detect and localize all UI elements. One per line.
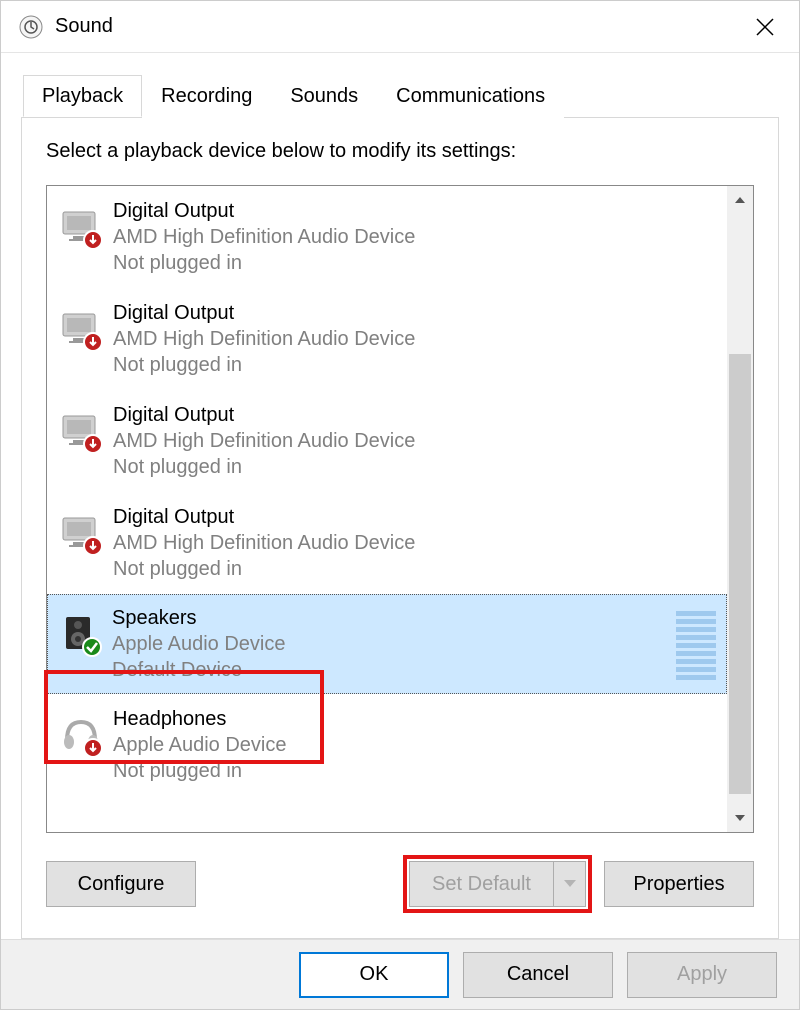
monitor-icon — [57, 510, 105, 558]
device-list[interactable]: Digital OutputAMD High Definition Audio … — [47, 186, 727, 832]
scroll-up-arrow[interactable] — [727, 186, 753, 214]
monitor-icon — [57, 306, 105, 354]
tab-communications[interactable]: Communications — [377, 76, 564, 118]
device-text: SpeakersApple Audio DeviceDefault Device — [112, 605, 668, 683]
instruction-text: Select a playback device below to modify… — [46, 140, 754, 163]
device-text: Digital OutputAMD High Definition Audio … — [113, 198, 725, 276]
device-name: Digital Output — [113, 198, 725, 224]
sound-icon — [19, 15, 43, 39]
scrollbar[interactable] — [727, 186, 753, 832]
titlebar: Sound — [1, 1, 799, 53]
scroll-thumb[interactable] — [729, 354, 751, 794]
headphones-icon — [57, 712, 105, 760]
device-row[interactable]: Digital OutputAMD High Definition Audio … — [47, 186, 727, 288]
properties-button[interactable]: Properties — [604, 861, 754, 907]
device-driver: Apple Audio Device — [112, 631, 668, 657]
dialog-footer: OK Cancel Apply — [1, 939, 799, 1009]
tab-label: Communications — [396, 85, 545, 107]
button-label: Properties — [633, 873, 724, 896]
tab-recording[interactable]: Recording — [142, 76, 271, 118]
device-driver: AMD High Definition Audio Device — [113, 326, 725, 352]
device-text: Digital OutputAMD High Definition Audio … — [113, 504, 725, 582]
device-name: Digital Output — [113, 300, 725, 326]
tab-strip: Playback Recording Sounds Communications — [23, 75, 779, 117]
monitor-icon — [57, 204, 105, 252]
device-name: Digital Output — [113, 504, 725, 530]
device-row[interactable]: Digital OutputAMD High Definition Audio … — [47, 288, 727, 390]
device-status: Not plugged in — [113, 352, 725, 378]
panel-button-row: Configure Set Default Properties — [46, 855, 754, 913]
device-driver: AMD High Definition Audio Device — [113, 530, 725, 556]
tab-sounds[interactable]: Sounds — [271, 76, 377, 118]
tab-label: Recording — [161, 85, 252, 107]
set-default-label: Set Default — [410, 862, 553, 906]
device-status: Not plugged in — [113, 758, 725, 784]
set-default-button[interactable]: Set Default — [409, 861, 586, 907]
dialog-title: Sound — [55, 15, 743, 38]
sound-dialog: Sound Playback Recording Sounds Communic… — [0, 0, 800, 1010]
device-name: Headphones — [113, 706, 725, 732]
device-row[interactable]: Digital OutputAMD High Definition Audio … — [47, 492, 727, 594]
device-status: Not plugged in — [113, 556, 725, 582]
device-name: Speakers — [112, 605, 668, 631]
device-text: HeadphonesApple Audio DeviceNot plugged … — [113, 706, 725, 784]
device-status: Default Device — [112, 657, 668, 683]
playback-panel: Select a playback device below to modify… — [21, 117, 779, 939]
device-status: Not plugged in — [113, 250, 725, 276]
highlight-annotation: Set Default — [403, 855, 592, 913]
device-name: Digital Output — [113, 402, 725, 428]
cancel-button[interactable]: Cancel — [463, 952, 613, 998]
scroll-track[interactable] — [727, 214, 753, 804]
device-row[interactable]: Digital OutputAMD High Definition Audio … — [47, 390, 727, 492]
button-label: Apply — [677, 963, 727, 986]
speaker-icon — [56, 611, 104, 659]
device-row[interactable]: SpeakersApple Audio DeviceDefault Device — [47, 594, 727, 694]
button-label: OK — [360, 963, 389, 986]
device-text: Digital OutputAMD High Definition Audio … — [113, 300, 725, 378]
monitor-icon — [57, 408, 105, 456]
level-meter — [668, 611, 716, 680]
button-label: Cancel — [507, 963, 569, 986]
tab-playback[interactable]: Playback — [23, 75, 142, 117]
device-list-container: Digital OutputAMD High Definition Audio … — [46, 185, 754, 833]
device-driver: AMD High Definition Audio Device — [113, 224, 725, 250]
close-button[interactable] — [743, 5, 787, 49]
tab-label: Playback — [42, 85, 123, 107]
scroll-down-arrow[interactable] — [727, 804, 753, 832]
device-row[interactable]: HeadphonesApple Audio DeviceNot plugged … — [47, 694, 727, 796]
tab-label: Sounds — [290, 85, 358, 107]
ok-button[interactable]: OK — [299, 952, 449, 998]
device-driver: AMD High Definition Audio Device — [113, 428, 725, 454]
device-driver: Apple Audio Device — [113, 732, 725, 758]
tab-area: Playback Recording Sounds Communications… — [1, 53, 799, 939]
device-text: Digital OutputAMD High Definition Audio … — [113, 402, 725, 480]
apply-button[interactable]: Apply — [627, 952, 777, 998]
configure-button[interactable]: Configure — [46, 861, 196, 907]
set-default-dropdown[interactable] — [553, 862, 585, 906]
device-status: Not plugged in — [113, 454, 725, 480]
button-label: Configure — [78, 873, 165, 896]
